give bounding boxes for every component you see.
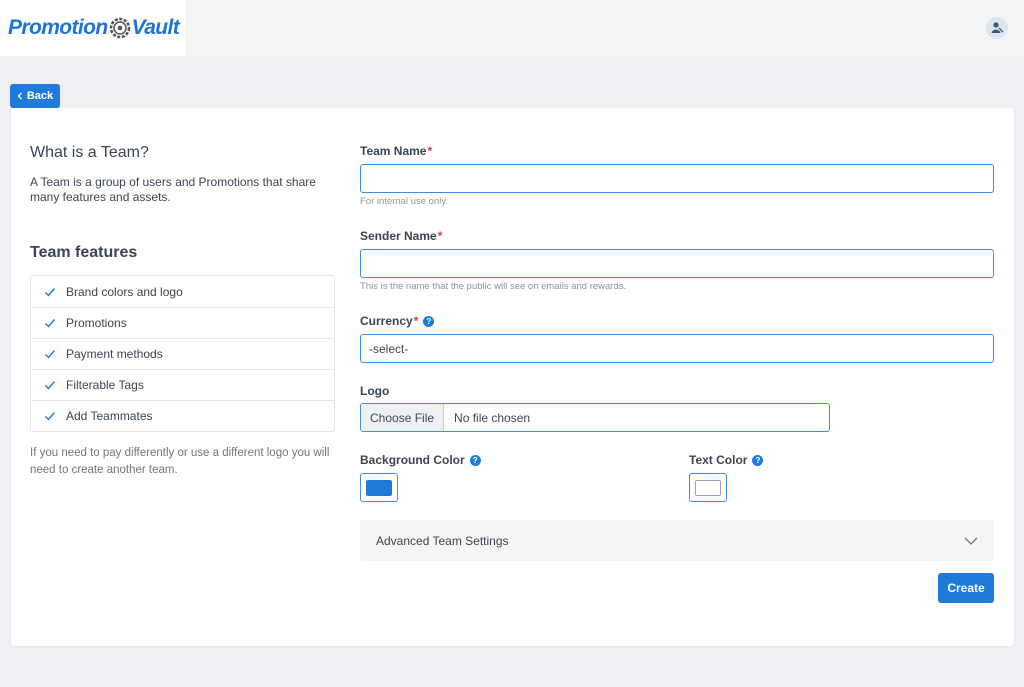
text-color-label-text: Text Color <box>689 453 748 467</box>
sender-name-label: Sender Name * <box>360 229 442 243</box>
advanced-team-settings-toggle[interactable]: Advanced Team Settings <box>360 520 994 561</box>
feature-item: Add Teammates <box>31 400 334 431</box>
check-icon <box>45 319 56 328</box>
help-icon[interactable]: ? <box>469 454 481 466</box>
feature-label: Payment methods <box>66 347 163 361</box>
feature-label: Promotions <box>66 316 127 330</box>
back-label: Back <box>26 90 54 102</box>
text-color-label: Text Color ? <box>689 453 764 467</box>
team-features-heading: Team features <box>30 244 138 261</box>
text-color-swatch <box>695 479 721 496</box>
help-icon[interactable]: ? <box>752 454 764 466</box>
background-color-swatch <box>366 479 392 496</box>
team-name-label-text: Team Name <box>360 144 427 158</box>
check-icon <box>45 412 56 421</box>
chevron-down-icon <box>964 537 978 545</box>
user-name[interactable]: Account Name <box>858 19 937 33</box>
logo-file-input[interactable]: Choose File No file chosen <box>360 403 830 432</box>
create-button[interactable]: Create <box>938 573 994 603</box>
team-name-input[interactable] <box>360 164 994 193</box>
required-mark: * <box>437 229 443 243</box>
feature-label: Brand colors and logo <box>66 284 183 299</box>
team-name-label: Team Name * <box>360 144 432 158</box>
currency-selected-value: -select- <box>369 341 409 356</box>
user-avatar[interactable] <box>986 17 1008 39</box>
team-description: A Team is a group of users and Promotion… <box>30 175 316 204</box>
features-list: Brand colors and logo Promotions Payment… <box>30 275 335 432</box>
advanced-settings-label: Advanced Team Settings <box>376 533 509 548</box>
top-bar: Promotion Vault Account Name <box>0 0 1024 56</box>
text-color-picker[interactable] <box>689 473 727 502</box>
sender-name-label-text: Sender Name <box>360 229 437 243</box>
logo-text-vault: Vault <box>131 16 180 39</box>
feature-item: Promotions <box>31 307 334 338</box>
feature-item: Payment methods <box>31 338 334 369</box>
feature-item: Filterable Tags <box>31 369 334 400</box>
background-color-label: Background Color ? <box>360 453 481 467</box>
required-mark: * <box>413 314 419 328</box>
file-status: No file chosen <box>454 410 531 425</box>
avatar-icon <box>991 22 1004 33</box>
back-button[interactable]: Back <box>10 84 60 108</box>
chevron-left-icon <box>17 92 22 100</box>
logo-text-promotion: Promotion <box>8 16 108 39</box>
currency-label-text: Currency <box>360 314 413 328</box>
background-color-label-text: Background Color <box>360 453 465 467</box>
choose-file-button[interactable]: Choose File <box>361 404 445 431</box>
required-mark: * <box>427 144 433 158</box>
help-icon[interactable]: ? <box>423 315 435 327</box>
team-name-hint: For internal use only. <box>360 196 449 207</box>
what-is-team-heading: What is a Team? <box>30 144 149 161</box>
sender-name-input[interactable] <box>360 249 994 278</box>
feature-label: Filterable Tags <box>66 378 144 392</box>
feature-label: Add Teammates <box>66 409 153 423</box>
logo[interactable]: Promotion Vault <box>0 0 186 56</box>
check-icon <box>45 287 56 297</box>
background-color-picker[interactable] <box>360 473 398 502</box>
check-icon <box>45 350 56 359</box>
create-team-card: What is a Team? A Team is a group of use… <box>11 108 1014 646</box>
logo-label: Logo <box>360 384 390 398</box>
currency-select[interactable]: -select- <box>360 334 994 363</box>
check-icon <box>45 381 56 390</box>
sender-name-hint: This is the name that the public will se… <box>360 281 627 292</box>
gear-icon <box>109 17 130 39</box>
feature-item: Brand colors and logo <box>31 276 334 307</box>
currency-label: Currency * ? <box>360 314 435 328</box>
team-note: If you need to pay differently or use a … <box>30 447 330 476</box>
